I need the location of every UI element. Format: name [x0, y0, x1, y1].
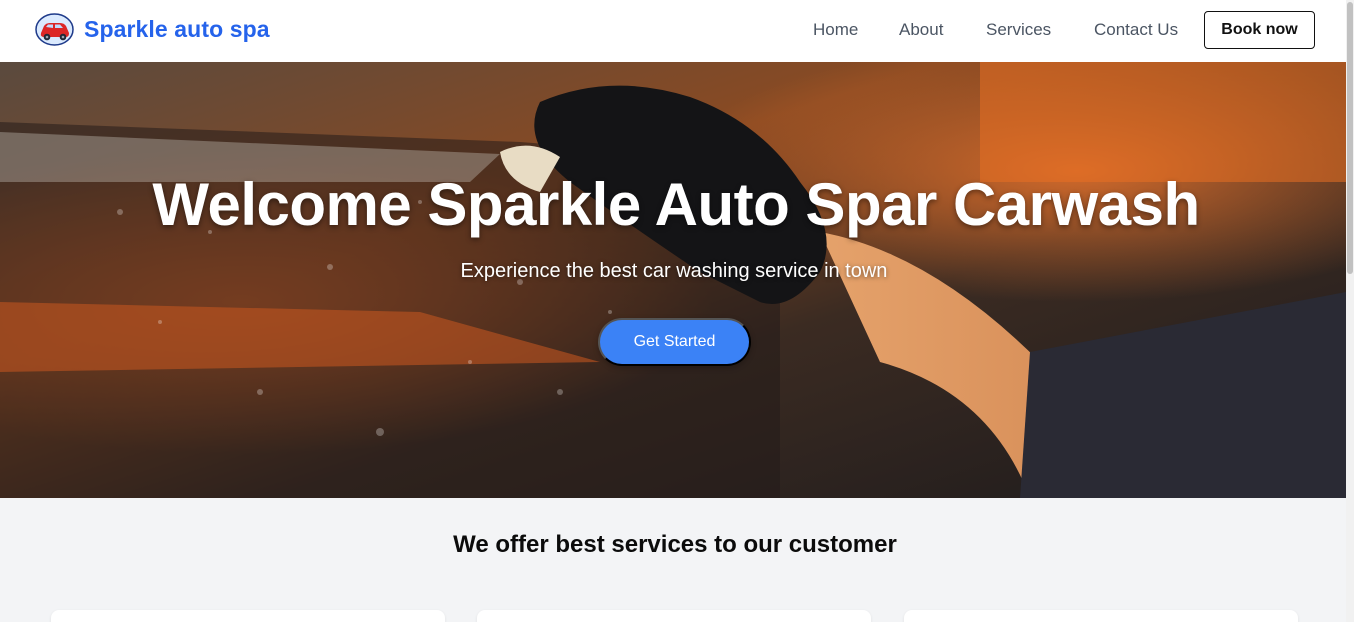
hero-content: Welcome Sparkle Auto Spar Carwash Experi…	[0, 62, 1346, 498]
service-card	[51, 610, 445, 622]
service-card	[477, 610, 871, 622]
nav-link-home[interactable]: Home	[813, 20, 858, 40]
vertical-scrollbar[interactable]	[1346, 0, 1354, 622]
nav-link-about[interactable]: About	[899, 20, 943, 40]
nav-link-services[interactable]: Services	[986, 20, 1051, 40]
car-logo-icon	[35, 13, 74, 46]
brand-link[interactable]: Sparkle auto spa	[35, 13, 270, 46]
navbar: Sparkle auto spa Home About Services Con…	[0, 0, 1346, 62]
nav-link-contact[interactable]: Contact Us	[1094, 20, 1178, 40]
service-card	[904, 610, 1298, 622]
book-now-button[interactable]: Book now	[1204, 11, 1315, 49]
hero-title: Welcome Sparkle Auto Spar Carwash	[152, 171, 1200, 238]
hero-subtitle: Experience the best car washing service …	[460, 260, 888, 282]
scrollbar-thumb[interactable]	[1347, 2, 1353, 274]
brand-name: Sparkle auto spa	[84, 16, 270, 42]
get-started-button[interactable]: Get Started	[598, 318, 751, 366]
services-heading: We offer best services to our customer	[453, 531, 897, 558]
hero-section: Welcome Sparkle Auto Spar Carwash Experi…	[0, 62, 1346, 498]
